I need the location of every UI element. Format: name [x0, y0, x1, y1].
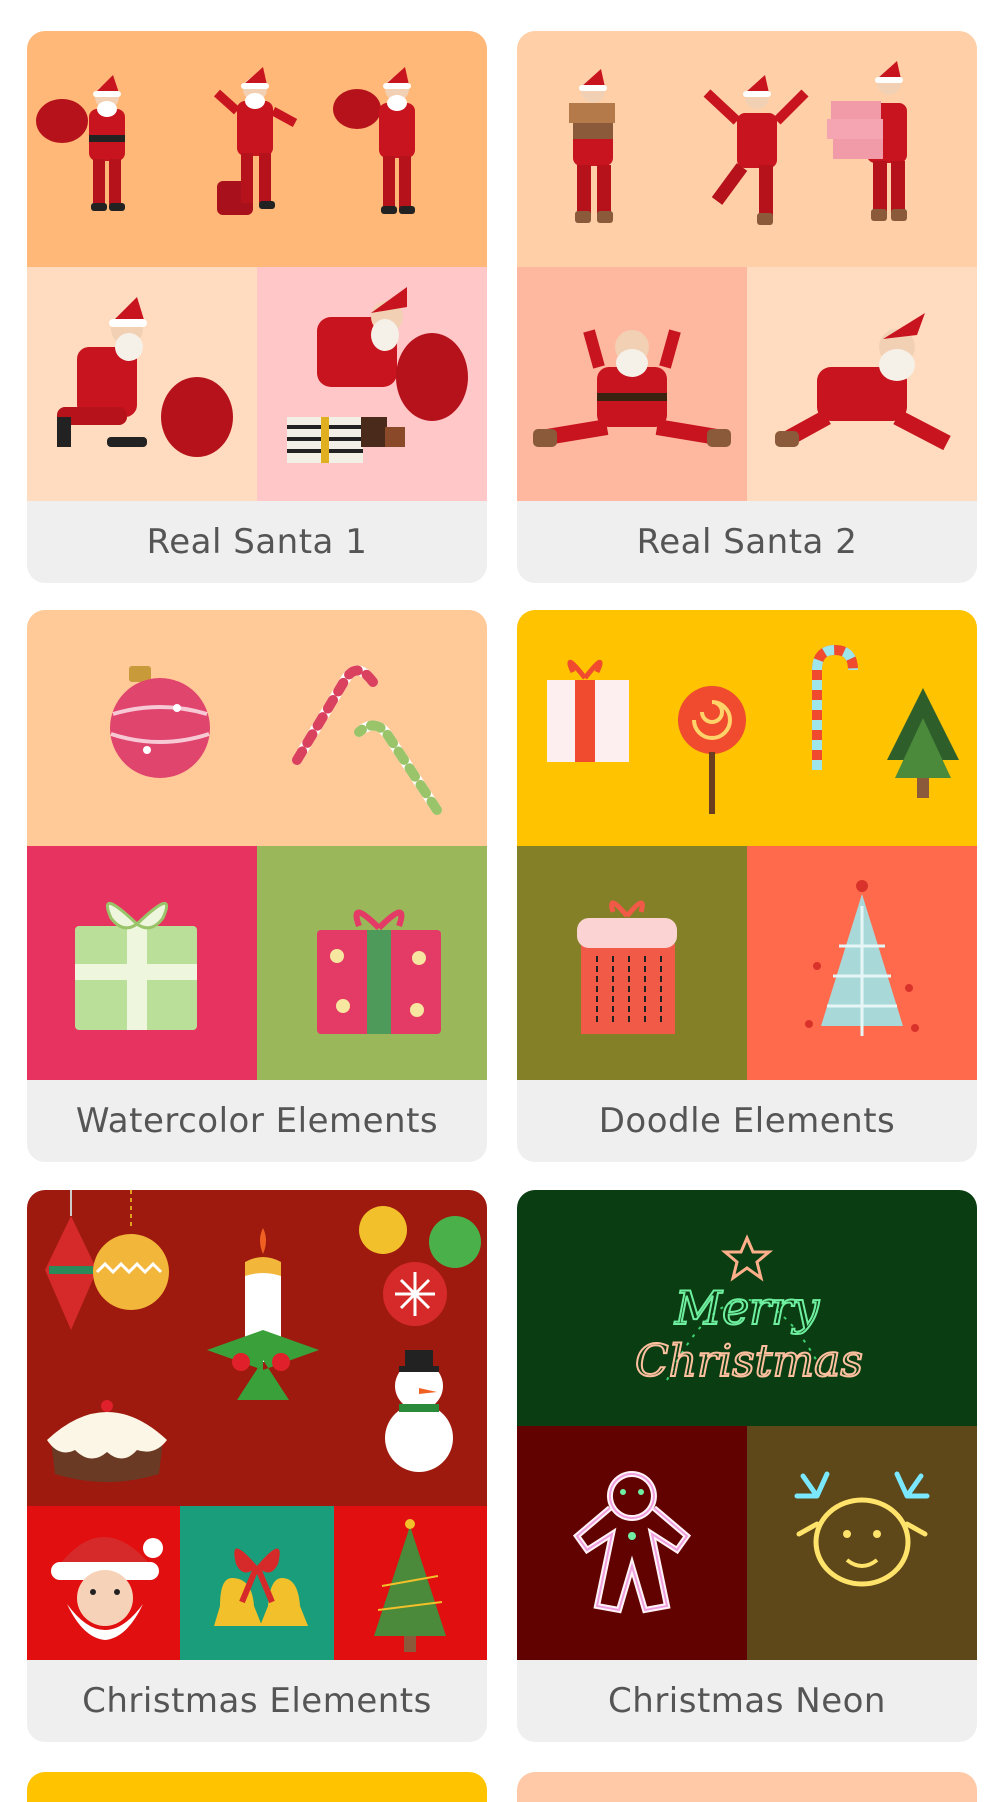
preview-panel-top	[517, 31, 977, 267]
santa-face-icon	[51, 1537, 163, 1640]
pack-preview	[517, 610, 977, 1080]
preview-panel-top: Merry Christmas	[517, 1190, 977, 1426]
doodle-items-icon	[547, 644, 959, 814]
sticker-pack-card-partial-right[interactable]	[517, 1772, 977, 1802]
santa-reclining-icon	[775, 313, 951, 451]
doodle-tree-icon	[805, 880, 919, 1036]
pack-title: Christmas Elements	[82, 1681, 432, 1721]
sticker-pack-card-real-santa-2[interactable]: Real Santa 2	[517, 31, 977, 583]
santa-gifts-icon	[287, 287, 468, 463]
preview-panel-top	[27, 1190, 487, 1506]
sticker-pack-card-christmas-elements[interactable]: Christmas Elements	[27, 1190, 487, 1742]
neon-merry-christmas-sign: Merry Christmas	[634, 1234, 864, 1388]
preview-panel-bottom-right	[747, 267, 977, 501]
preview-panel-bottom-left	[27, 1506, 180, 1660]
preview-panel-top	[517, 610, 977, 846]
preview-panel-top	[27, 31, 487, 267]
pack-preview	[27, 1190, 487, 1660]
christmas-tree-icon	[374, 1519, 446, 1652]
preview-panel-bottom-left	[517, 846, 747, 1080]
bells-icon	[214, 1548, 308, 1626]
sticker-pack-card-doodle-elements[interactable]: Doodle Elements	[517, 610, 977, 1162]
pack-preview	[27, 31, 487, 501]
sticker-pack-card-partial-left[interactable]	[27, 1772, 487, 1802]
christmas-decor-icon	[45, 1190, 481, 1482]
preview-panel-top	[27, 610, 487, 846]
neon-line-christmas: Christmas	[635, 1336, 863, 1387]
ornament-candy-cane-icon	[110, 665, 442, 815]
pack-title: Doodle Elements	[598, 1101, 896, 1141]
santa-kneeling-icon	[57, 297, 233, 457]
neon-gingerbread-icon	[572, 1471, 692, 1614]
pack-title: Real Santa 1	[146, 522, 368, 562]
preview-panel-bottom-right	[257, 846, 487, 1080]
sticker-pack-card-christmas-neon[interactable]: Merry Christmas Christmas Neon	[517, 1190, 977, 1742]
santa-photos-icon	[569, 61, 907, 225]
preview-panel-bottom-middle	[180, 1506, 334, 1660]
pack-preview	[517, 31, 977, 501]
santa-sitting-icon	[533, 329, 731, 447]
preview-panel-bottom-right	[747, 846, 977, 1080]
preview-panel-bottom-right	[334, 1506, 487, 1660]
preview-panel-bottom-left	[517, 267, 747, 501]
pack-preview	[27, 610, 487, 1080]
neon-line-merry: Merry	[674, 1281, 820, 1335]
gift-box-icon	[75, 901, 197, 1030]
doodle-gift-icon	[577, 900, 677, 1034]
pack-title: Christmas Neon	[608, 1681, 886, 1721]
pack-title: Real Santa 2	[636, 522, 858, 562]
pack-preview: Merry Christmas	[517, 1190, 977, 1660]
preview-panel-bottom-right	[747, 1426, 977, 1660]
preview-panel-bottom-left	[517, 1426, 747, 1660]
preview-panel-bottom-left	[27, 846, 257, 1080]
preview-panel-bottom-left	[27, 267, 257, 501]
neon-reindeer-icon	[794, 1471, 930, 1587]
polka-gift-icon	[317, 909, 441, 1034]
sticker-pack-card-real-santa-1[interactable]: Real Santa 1	[27, 31, 487, 583]
preview-panel-bottom-right	[257, 267, 487, 501]
santa-photos-icon	[36, 67, 415, 215]
pack-title: Watercolor Elements	[75, 1101, 439, 1141]
sticker-pack-card-watercolor-elements[interactable]: Watercolor Elements	[27, 610, 487, 1162]
